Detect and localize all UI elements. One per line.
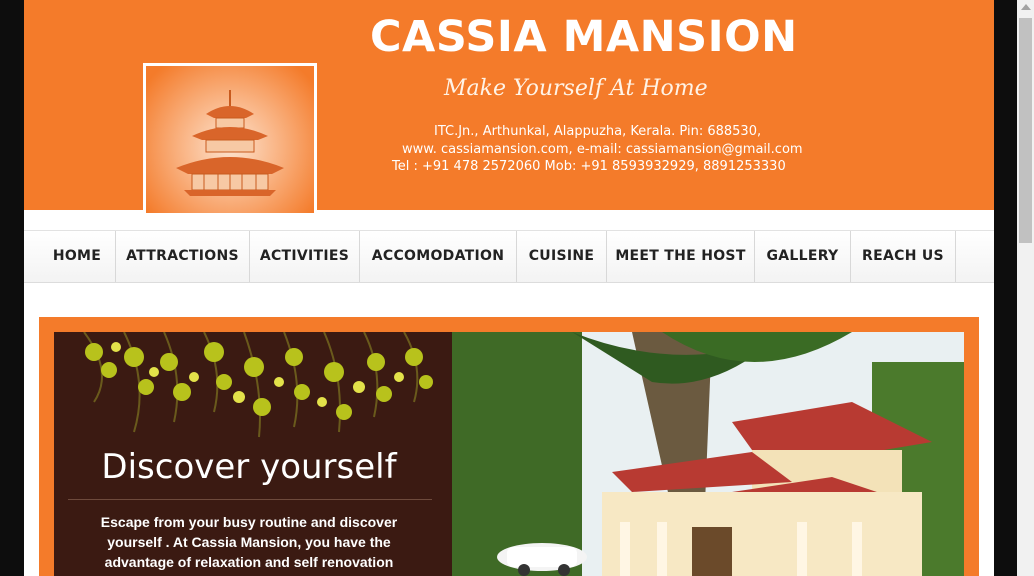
nav-item-attractions[interactable]: ATTRACTIONS	[116, 231, 250, 282]
scroll-up-icon[interactable]	[1021, 4, 1031, 10]
foliage-image	[54, 332, 452, 442]
slide-description: Escape from your busy routine and discov…	[100, 514, 398, 570]
site-header: CASSIA MANSION Make Yourself At Home ITC…	[24, 0, 994, 213]
slide-heading: Discover yourself	[101, 447, 397, 487]
scroll-thumb[interactable]	[1019, 18, 1032, 243]
nav-item-gallery[interactable]: GALLERY	[755, 231, 851, 282]
web-email-line: www. cassiamansion.com, e-mail: cassiama…	[402, 142, 803, 157]
hero-slider: Discover yourself Escape from your busy …	[39, 317, 979, 576]
nav-item-activities[interactable]: ACTIVITIES	[250, 231, 360, 282]
page: CASSIA MANSION Make Yourself At Home ITC…	[24, 0, 994, 576]
site-title: CASSIA MANSION	[370, 12, 798, 62]
slide-divider	[68, 499, 432, 500]
mansion-photo	[452, 332, 964, 576]
vertical-scrollbar[interactable]	[1017, 0, 1034, 576]
site-tagline: Make Yourself At Home	[444, 76, 708, 101]
nav-item-reach-us[interactable]: REACH US	[851, 231, 956, 282]
pagoda-icon	[176, 90, 284, 196]
nav-item-accomodation[interactable]: ACCOMODATION	[360, 231, 517, 282]
nav-item-home[interactable]: HOME	[39, 231, 116, 282]
nav-item-cuisine[interactable]: CUISINE	[517, 231, 607, 282]
logo[interactable]	[143, 63, 317, 213]
nav-item-meet-the-host[interactable]: MEET THE HOST	[607, 231, 755, 282]
slide[interactable]: Discover yourself Escape from your busy …	[54, 332, 964, 576]
phone-line: Tel : +91 478 2572060 Mob: +91 859393292…	[392, 159, 786, 174]
slide-caption-panel: Discover yourself Escape from your busy …	[54, 332, 452, 576]
address-line: ITC.Jn., Arthunkal, Alappuzha, Kerala. P…	[434, 124, 762, 139]
main-nav: HOME ATTRACTIONS ACTIVITIES ACCOMODATION…	[24, 230, 994, 283]
